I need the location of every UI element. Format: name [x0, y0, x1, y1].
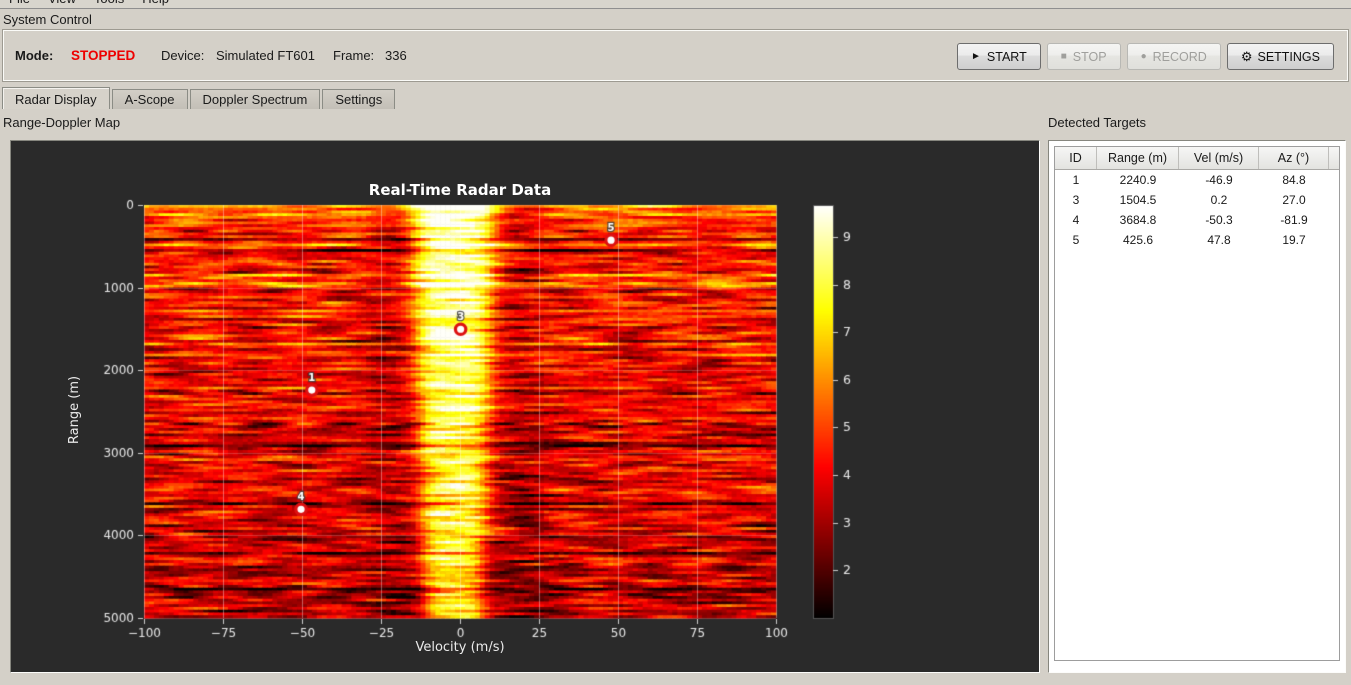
control-button-row: ► START ■ STOP ● RECORD ⚙ SETTINGS: [957, 43, 1334, 70]
detected-targets-table: ID Range (m) Vel (m/s) Az (°) 1 2240.9 -46…: [1054, 146, 1340, 661]
tab-settings[interactable]: Settings: [322, 89, 396, 109]
target-cell: 425.6: [1122, 233, 1154, 247]
target-cell: -50.3: [1205, 213, 1233, 227]
tab-a-scope[interactable]: A-Scope: [111, 89, 188, 109]
tab-bar: Radar Display A-Scope Doppler Spectrum S…: [2, 87, 397, 109]
target-cell: 3684.8: [1119, 213, 1157, 227]
detected-targets-panel: ID Range (m) Vel (m/s) Az (°) 1 2240.9 -46…: [1048, 140, 1346, 673]
gear-icon: ⚙: [1240, 48, 1253, 64]
target-cell: 2240.9: [1119, 173, 1157, 187]
menu-file[interactable]: File: [0, 0, 39, 8]
target-cell: -46.9: [1205, 173, 1233, 187]
mode-value: STOPPED: [71, 48, 136, 63]
tab-radar-display[interactable]: Radar Display: [2, 87, 110, 109]
system-control-groupbox: Mode: STOPPED Device: Simulated FT601 Fr…: [2, 29, 1349, 82]
system-control-group-label: System Control: [3, 12, 92, 27]
target-row[interactable]: 3 1504.5 0.2 27.0: [1055, 190, 1339, 210]
column-header-filler: [1329, 147, 1339, 169]
plot-title: Real-Time Radar Data: [368, 181, 552, 199]
frame-value: 336: [385, 48, 407, 63]
range-doppler-plot-panel: Real-Time Radar Data Velocity (m/s) Rang…: [10, 140, 1040, 673]
record-button[interactable]: ● RECORD: [1126, 43, 1221, 70]
target-cell: 0.2: [1210, 193, 1228, 207]
target-cell: 5: [1072, 233, 1080, 247]
device-value: Simulated FT601: [216, 48, 315, 63]
target-cell: 47.8: [1207, 233, 1231, 247]
tab-doppler-spectrum[interactable]: Doppler Spectrum: [189, 89, 321, 109]
column-header-az[interactable]: Az (°): [1259, 147, 1329, 169]
column-header-id[interactable]: ID: [1055, 147, 1097, 169]
record-dot-icon: ●: [1140, 51, 1147, 62]
target-row[interactable]: 5 425.6 47.8 19.7: [1055, 230, 1339, 250]
target-cell: 4: [1072, 213, 1080, 227]
target-cell: 1: [1072, 173, 1080, 187]
menu-bar: File View Tools Help: [0, 0, 1351, 9]
detected-targets-label: Detected Targets: [1048, 115, 1147, 130]
column-header-vel[interactable]: Vel (m/s): [1179, 147, 1259, 169]
target-row[interactable]: 1 2240.9 -46.9 84.8: [1055, 170, 1339, 190]
plot-yaxis-label: Range (m): [67, 375, 82, 445]
stop-button[interactable]: ■ STOP: [1046, 43, 1121, 70]
menu-tools[interactable]: Tools: [85, 0, 133, 8]
target-cell: 27.0: [1282, 193, 1306, 207]
table-body: 1 2240.9 -46.9 84.8 3 1504.5 0.2 27.0 4 3684.8 -50…: [1055, 170, 1339, 250]
range-doppler-canvas: [11, 141, 1039, 672]
stop-icon: ■: [1060, 51, 1067, 62]
frame-label: Frame:: [333, 48, 375, 63]
play-icon: ►: [971, 51, 981, 62]
plot-xaxis-label: Velocity (m/s): [415, 640, 505, 655]
target-cell: 84.8: [1282, 173, 1306, 187]
settings-button[interactable]: ⚙ SETTINGS: [1226, 43, 1334, 70]
mode-label: Mode:: [15, 48, 54, 63]
device-label: Device:: [161, 48, 205, 63]
target-cell: -81.9: [1280, 213, 1308, 227]
target-cell: 19.7: [1282, 233, 1306, 247]
range-doppler-map-label: Range-Doppler Map: [3, 115, 121, 130]
column-header-range[interactable]: Range (m): [1097, 147, 1179, 169]
target-row[interactable]: 4 3684.8 -50.3 -81.9: [1055, 210, 1339, 230]
target-cell: 3: [1072, 193, 1080, 207]
start-button[interactable]: ► START: [957, 43, 1041, 70]
menu-help[interactable]: Help: [133, 0, 178, 8]
table-header-row: ID Range (m) Vel (m/s) Az (°): [1055, 147, 1339, 170]
target-cell: 1504.5: [1119, 193, 1157, 207]
menu-view[interactable]: View: [39, 0, 85, 8]
